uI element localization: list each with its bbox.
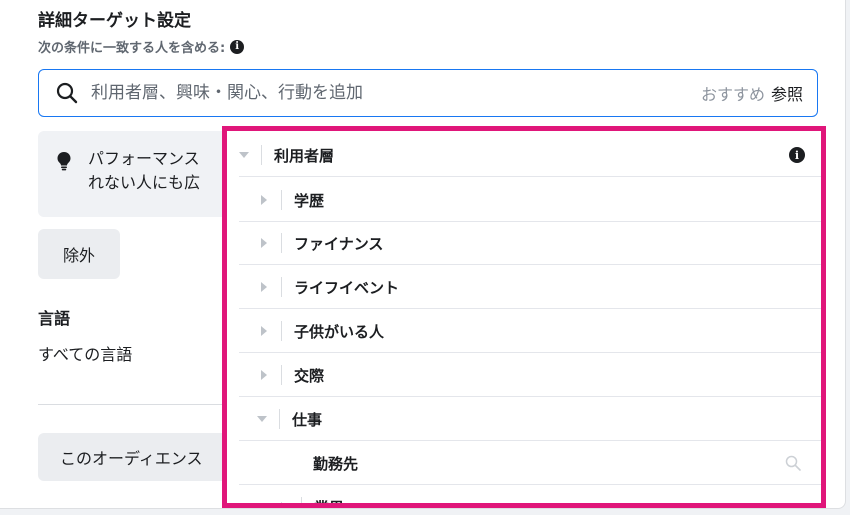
section-title: 詳細ターゲット設定 bbox=[38, 11, 191, 31]
exclude-button[interactable]: 除外 bbox=[38, 229, 120, 279]
subcategory-employer[interactable]: 勤務先 bbox=[227, 441, 821, 485]
caret-down-icon bbox=[257, 414, 267, 424]
caret-right-icon bbox=[259, 282, 269, 292]
category-education[interactable]: 学歴 bbox=[227, 178, 821, 222]
row-separator bbox=[301, 497, 302, 503]
category-finance[interactable]: ファイナンス bbox=[227, 221, 821, 265]
info-icon[interactable]: i bbox=[230, 39, 245, 54]
row-divider bbox=[239, 176, 821, 177]
subcategory-label: 勤務先 bbox=[313, 454, 359, 473]
browse-dropdown: 利用者層 i 学歴 ファイナンス ライフイベント 子供がいる人 交際 仕事 勤務… bbox=[222, 126, 826, 508]
suggestions-link[interactable]: おすすめ bbox=[701, 81, 771, 105]
lightbulb-icon bbox=[57, 152, 71, 171]
search-icon[interactable] bbox=[785, 455, 801, 471]
category-label: 交際 bbox=[294, 366, 325, 385]
section-subtitle: 次の条件に一致する人を含める: i bbox=[38, 37, 245, 56]
caret-right-icon bbox=[259, 195, 269, 205]
category-label: 仕事 bbox=[292, 410, 323, 429]
tip-line-1: パフォーマンス bbox=[88, 149, 200, 168]
tip-text: パフォーマンス れない人にも広 bbox=[88, 147, 200, 195]
category-demographics[interactable]: 利用者層 i bbox=[227, 133, 821, 177]
browse-link[interactable]: 参照 bbox=[771, 81, 817, 105]
category-life-events[interactable]: ライフイベント bbox=[227, 265, 821, 309]
caret-right-icon bbox=[259, 238, 269, 248]
category-label: 利用者層 bbox=[274, 146, 335, 165]
language-value[interactable]: すべての言語 bbox=[38, 341, 132, 365]
subcategory-label: 業界 bbox=[314, 498, 345, 508]
category-label: ファイナンス bbox=[294, 234, 384, 253]
search-icon bbox=[56, 82, 78, 104]
caret-down-icon bbox=[239, 150, 249, 160]
subcategory-industry[interactable]: 業界 bbox=[227, 485, 821, 508]
category-relationship[interactable]: 交際 bbox=[227, 353, 821, 397]
category-parents[interactable]: 子供がいる人 bbox=[227, 309, 821, 353]
row-separator bbox=[261, 145, 262, 165]
caret-right-icon bbox=[279, 502, 289, 503]
category-label: ライフイベント bbox=[294, 278, 400, 297]
caret-right-icon bbox=[259, 370, 269, 380]
divider bbox=[38, 404, 238, 405]
tip-line-2: れない人にも広 bbox=[88, 173, 201, 192]
category-label: 学歴 bbox=[294, 191, 325, 210]
row-separator bbox=[281, 321, 282, 341]
search-input[interactable] bbox=[89, 82, 653, 104]
row-separator bbox=[279, 409, 280, 429]
subtitle-text: 次の条件に一致する人を含める: bbox=[38, 41, 226, 56]
row-separator bbox=[281, 277, 282, 297]
caret-right-icon bbox=[259, 326, 269, 336]
category-label: 子供がいる人 bbox=[294, 322, 385, 341]
row-separator bbox=[281, 190, 282, 210]
language-title: 言語 bbox=[38, 309, 71, 328]
row-separator bbox=[281, 365, 282, 385]
category-work[interactable]: 仕事 bbox=[227, 397, 821, 441]
row-separator bbox=[281, 233, 282, 253]
info-icon[interactable]: i bbox=[789, 147, 805, 163]
detailed-targeting-search[interactable]: おすすめ 参照 bbox=[38, 69, 818, 117]
